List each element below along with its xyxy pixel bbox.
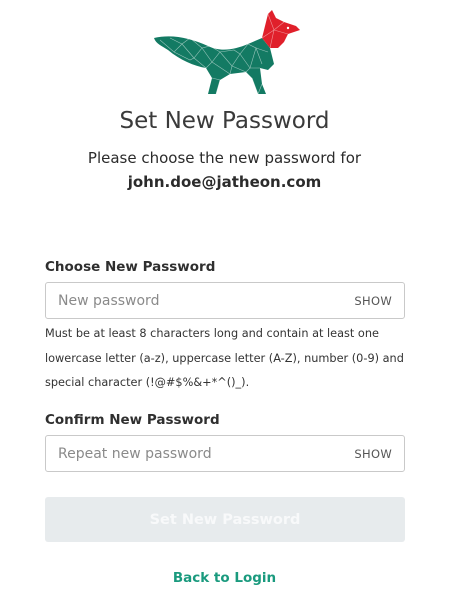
new-password-label: Choose New Password	[45, 259, 216, 275]
subtitle-text: Please choose the new password for	[87, 149, 362, 167]
new-password-input[interactable]	[46, 283, 346, 318]
confirm-password-input[interactable]	[46, 436, 346, 471]
show-new-password-toggle[interactable]: SHOW	[354, 294, 392, 308]
set-new-password-button[interactable]: Set New Password	[45, 497, 405, 542]
password-requirements: Must be at least 8 characters long and c…	[45, 322, 410, 396]
user-email: john.doe@jatheon.com	[127, 173, 322, 191]
new-password-field: SHOW	[45, 282, 405, 319]
confirm-password-field: SHOW	[45, 435, 405, 472]
back-to-login-link[interactable]: Back to Login	[0, 570, 449, 586]
fox-logo-icon	[150, 8, 302, 100]
confirm-password-label: Confirm New Password	[45, 412, 220, 428]
requirements-line: lowercase letter (a-z), uppercase letter…	[45, 351, 404, 365]
page-title: Set New Password	[119, 108, 330, 134]
requirements-line: special character (!@#$%&+*^()_).	[45, 376, 250, 389]
show-confirm-password-toggle[interactable]: SHOW	[354, 447, 392, 461]
requirements-line: Must be at least 8 characters long and c…	[45, 327, 379, 340]
